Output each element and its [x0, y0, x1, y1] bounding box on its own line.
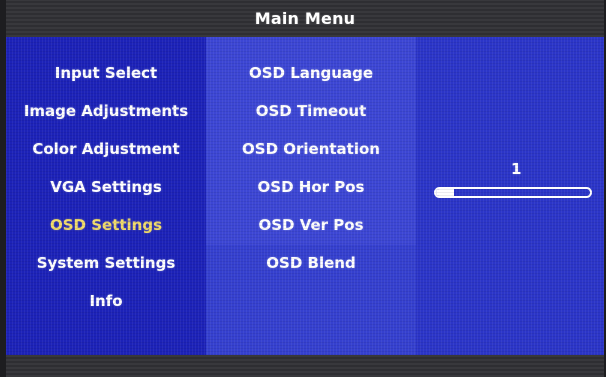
- bottom-bar: [6, 355, 604, 377]
- menu-title: Main Menu: [254, 9, 356, 28]
- title-bar: Main Menu: [6, 0, 604, 37]
- menu-item-color-adjustment[interactable]: Color Adjustment: [6, 140, 206, 158]
- submenu-item-osd-timeout[interactable]: OSD Timeout: [206, 102, 416, 120]
- value-slider[interactable]: [434, 187, 592, 198]
- submenu-column: OSD Language OSD Timeout OSD Orientation…: [206, 37, 416, 355]
- osd-screen: Main Menu Input Select Image Adjustments…: [0, 0, 606, 377]
- menu-item-system-settings[interactable]: System Settings: [6, 254, 206, 272]
- main-menu-column: Input Select Image Adjustments Color Adj…: [6, 37, 206, 355]
- menu-item-osd-settings[interactable]: OSD Settings: [6, 216, 206, 234]
- menu-panel: Input Select Image Adjustments Color Adj…: [6, 37, 604, 355]
- menu-item-vga-settings[interactable]: VGA Settings: [6, 178, 206, 196]
- submenu-item-osd-language[interactable]: OSD Language: [206, 64, 416, 82]
- slider-value-label: 1: [511, 160, 522, 178]
- value-column: 1: [416, 37, 604, 355]
- slider-fill: [436, 189, 455, 196]
- menu-item-image-adjustments[interactable]: Image Adjustments: [6, 102, 206, 120]
- submenu-item-osd-blend[interactable]: OSD Blend: [206, 254, 416, 272]
- submenu-item-osd-hor-pos[interactable]: OSD Hor Pos: [206, 178, 416, 196]
- menu-item-info[interactable]: Info: [6, 292, 206, 310]
- menu-item-input-select[interactable]: Input Select: [6, 64, 206, 82]
- submenu-item-osd-orientation[interactable]: OSD Orientation: [206, 140, 416, 158]
- submenu-item-osd-ver-pos[interactable]: OSD Ver Pos: [206, 216, 416, 234]
